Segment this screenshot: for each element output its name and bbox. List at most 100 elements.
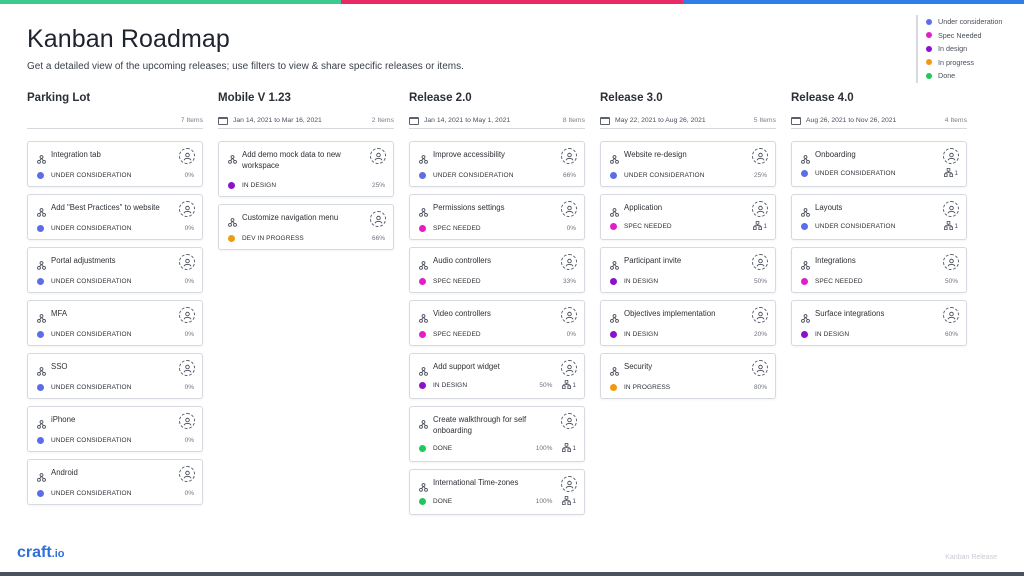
card-title[interactable]: Integration tab xyxy=(51,150,101,161)
assign-user-icon[interactable] xyxy=(370,148,386,164)
roadmap-card[interactable]: Participant invite IN DESIGN 50% xyxy=(600,247,776,293)
assign-user-icon[interactable] xyxy=(752,254,768,270)
subitems-count: 1 xyxy=(763,223,767,230)
assign-user-icon[interactable] xyxy=(752,360,768,376)
status-dot xyxy=(419,498,426,505)
subitems-indicator: 1 xyxy=(562,496,576,507)
card-title[interactable]: Portal adjustments xyxy=(51,256,116,267)
assign-user-icon[interactable] xyxy=(561,413,577,429)
roadmap-card[interactable]: SSO UNDER CONSIDERATION 0% xyxy=(27,353,203,399)
card-footer: UNDER CONSIDERATION 66% xyxy=(419,172,576,179)
card-title[interactable]: Integrations xyxy=(815,256,856,267)
status-label: DONE xyxy=(433,498,453,505)
roadmap-card[interactable]: Video controllers SPEC NEEDED 0% xyxy=(409,300,585,346)
card-title[interactable]: MFA xyxy=(51,309,67,320)
card-title[interactable]: iPhone xyxy=(51,415,75,426)
card-title[interactable]: Customize navigation menu xyxy=(242,213,338,224)
column-title[interactable]: Mobile V 1.23 xyxy=(218,91,394,107)
card-title[interactable]: Onboarding xyxy=(815,150,856,161)
roadmap-card[interactable]: Layouts UNDER CONSIDERATION 1 xyxy=(791,194,967,240)
card-title[interactable]: Improve accessibility xyxy=(433,150,505,161)
roadmap-card[interactable]: Improve accessibility UNDER CONSIDERATION… xyxy=(409,141,585,187)
assign-user-icon[interactable] xyxy=(752,201,768,217)
assign-user-icon[interactable] xyxy=(561,307,577,323)
column-title[interactable]: Parking Lot xyxy=(27,91,203,107)
assign-user-icon[interactable] xyxy=(752,307,768,323)
card-title[interactable]: Audio controllers xyxy=(433,256,491,267)
assign-user-icon[interactable] xyxy=(561,254,577,270)
assign-user-icon[interactable] xyxy=(179,307,195,323)
card-title[interactable]: Security xyxy=(624,362,652,373)
roadmap-card[interactable]: Application SPEC NEEDED 1 xyxy=(600,194,776,240)
assign-user-icon[interactable] xyxy=(752,148,768,164)
card-title[interactable]: Add demo mock data to new workspace xyxy=(242,150,365,171)
assign-user-icon[interactable] xyxy=(943,201,959,217)
card-title[interactable]: Add "Best Practices" to website xyxy=(51,203,160,214)
card-title[interactable]: Website re-design xyxy=(624,150,687,161)
card-header: Audio controllers xyxy=(419,256,556,270)
column-title[interactable]: Release 3.0 xyxy=(600,91,776,107)
roadmap-card[interactable]: Audio controllers SPEC NEEDED 33% xyxy=(409,247,585,293)
assign-user-icon[interactable] xyxy=(943,307,959,323)
roadmap-card[interactable]: Portal adjustments UNDER CONSIDERATION 0% xyxy=(27,247,203,293)
card-title[interactable]: SSO xyxy=(51,362,67,373)
roadmap-card[interactable]: MFA UNDER CONSIDERATION 0% xyxy=(27,300,203,346)
roadmap-card[interactable]: Security IN PROGRESS 80% xyxy=(600,353,776,399)
card-header: Improve accessibility xyxy=(419,150,556,164)
assign-user-icon[interactable] xyxy=(561,201,577,217)
card-footer: DEV IN PROGRESS 66% xyxy=(228,235,385,242)
assign-user-icon[interactable] xyxy=(179,413,195,429)
roadmap-card[interactable]: Objectives implementation IN DESIGN 20% xyxy=(600,300,776,346)
card-title[interactable]: Layouts xyxy=(815,203,842,214)
roadmap-card[interactable]: Surface integrations IN DESIGN 60% xyxy=(791,300,967,346)
assign-user-icon[interactable] xyxy=(943,254,959,270)
assign-user-icon[interactable] xyxy=(179,254,195,270)
assign-user-icon[interactable] xyxy=(370,211,386,227)
card-header: Add support widget xyxy=(419,362,556,376)
status-label: DEV IN PROGRESS xyxy=(242,235,304,242)
roadmap-card[interactable]: Permissions settings SPEC NEEDED 0% xyxy=(409,194,585,240)
roadmap-card[interactable]: iPhone UNDER CONSIDERATION 0% xyxy=(27,406,203,452)
assign-user-icon[interactable] xyxy=(943,148,959,164)
roadmap-card[interactable]: Add "Best Practices" to website UNDER CON… xyxy=(27,194,203,240)
card-title[interactable]: Objectives implementation xyxy=(624,309,715,320)
assign-user-icon[interactable] xyxy=(179,148,195,164)
assign-user-icon[interactable] xyxy=(179,201,195,217)
roadmap-card[interactable]: Onboarding UNDER CONSIDERATION 1 xyxy=(791,141,967,187)
roadmap-card[interactable]: Website re-design UNDER CONSIDERATION 25% xyxy=(600,141,776,187)
card-title[interactable]: Android xyxy=(51,468,78,479)
progress-percent: 0% xyxy=(184,172,194,179)
card-footer: UNDER CONSIDERATION 25% xyxy=(610,172,767,179)
card-title[interactable]: International Time-zones xyxy=(433,478,518,489)
roadmap-card[interactable]: Create walkthrough for self onboarding DO… xyxy=(409,406,585,462)
progress-percent: 50% xyxy=(753,278,767,285)
status-label: UNDER CONSIDERATION xyxy=(51,225,132,232)
status-dot xyxy=(801,223,808,230)
column-title[interactable]: Release 2.0 xyxy=(409,91,585,107)
roadmap-card[interactable]: Android UNDER CONSIDERATION 0% xyxy=(27,459,203,505)
card-title[interactable]: Surface integrations xyxy=(815,309,884,320)
column-title[interactable]: Release 4.0 xyxy=(791,91,967,107)
roadmap-card[interactable]: Add demo mock data to new workspace IN DE… xyxy=(218,141,394,197)
roadmap-card[interactable]: International Time-zones DONE 100% 1 xyxy=(409,469,585,515)
assign-user-icon[interactable] xyxy=(561,148,577,164)
card-title[interactable]: Permissions settings xyxy=(433,203,505,214)
card-title[interactable]: Video controllers xyxy=(433,309,491,320)
roadmap-card[interactable]: Integration tab UNDER CONSIDERATION 0% xyxy=(27,141,203,187)
roadmap-card[interactable]: Add support widget IN DESIGN 50% 1 xyxy=(409,353,585,399)
progress-percent: 66% xyxy=(371,235,385,242)
assign-user-icon[interactable] xyxy=(561,360,577,376)
card-title[interactable]: Add support widget xyxy=(433,362,500,373)
card-footer: IN DESIGN 50% 1 xyxy=(419,380,576,391)
card-title[interactable]: Create walkthrough for self onboarding xyxy=(433,415,556,436)
status-dot xyxy=(610,172,617,179)
roadmap-card[interactable]: Integrations SPEC NEEDED 50% xyxy=(791,247,967,293)
assign-user-icon[interactable] xyxy=(561,476,577,492)
subitems-count: 1 xyxy=(954,223,958,230)
roadmap-card[interactable]: Customize navigation menu DEV IN PROGRESS… xyxy=(218,204,394,250)
assign-user-icon[interactable] xyxy=(179,466,195,482)
card-title[interactable]: Application xyxy=(624,203,662,214)
card-title[interactable]: Participant invite xyxy=(624,256,681,267)
assign-user-icon[interactable] xyxy=(179,360,195,376)
progress-percent: 0% xyxy=(184,384,194,391)
